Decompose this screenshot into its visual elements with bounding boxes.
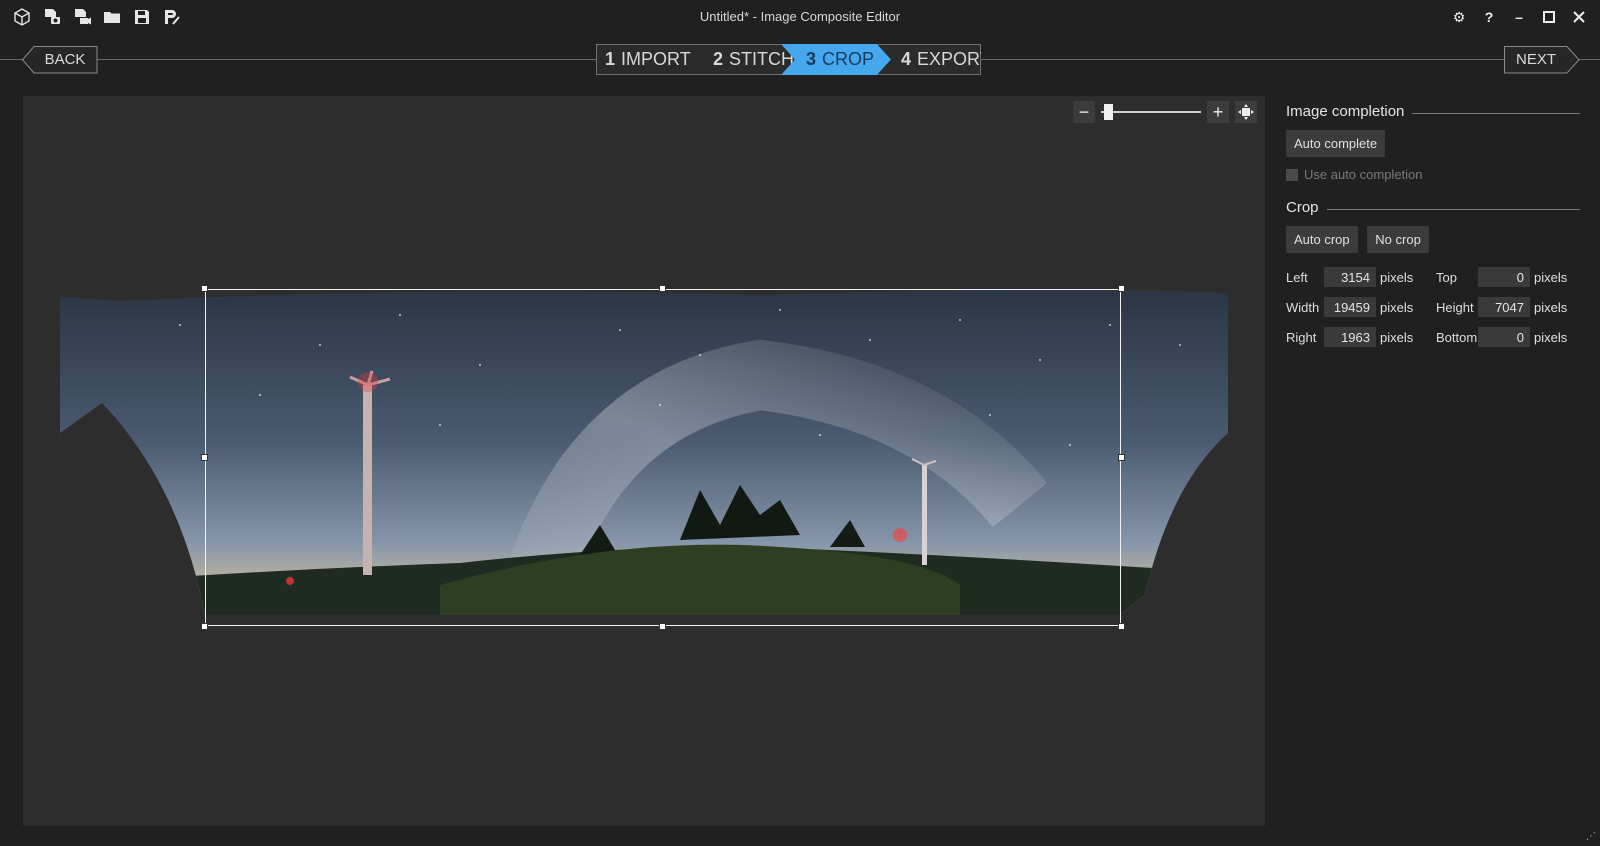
use-auto-completion-checkbox[interactable]: Use auto completion (1286, 167, 1580, 182)
step-label: STITCH (729, 49, 795, 69)
next-button[interactable]: NEXT (1504, 46, 1578, 73)
settings-gear-icon[interactable]: ⚙ (1448, 6, 1470, 28)
step-label: IMPORT (621, 49, 691, 69)
bottom-label: Bottom (1436, 329, 1478, 345)
zoom-in-button[interactable]: + (1207, 101, 1229, 123)
right-input[interactable]: 1963 (1324, 327, 1376, 347)
zoom-slider-track (1101, 111, 1201, 113)
crop-handle-right[interactable] (1118, 454, 1125, 461)
help-button[interactable]: ? (1478, 6, 1500, 28)
crop-values-grid: Left 3154 pixels Top 0 pixels Width 1945… (1286, 267, 1580, 347)
divider (1326, 208, 1580, 210)
section-title: Crop (1286, 198, 1319, 216)
left-label: Left (1286, 269, 1308, 285)
zoom-out-button[interactable]: − (1073, 101, 1095, 123)
height-label: Height (1436, 299, 1474, 315)
step-number: 3 (806, 49, 817, 69)
zoom-slider-thumb[interactable] (1103, 104, 1113, 120)
maximize-button[interactable] (1538, 6, 1560, 28)
resize-grip-icon[interactable]: ⋰ (1586, 831, 1596, 842)
close-button[interactable] (1568, 6, 1590, 28)
step-number: 4 (901, 49, 912, 69)
step-number: 2 (713, 49, 724, 69)
zoom-controls: − + (1073, 101, 1257, 123)
right-label: Right (1286, 329, 1317, 345)
zoom-slider[interactable] (1101, 101, 1201, 123)
step-crop[interactable]: 3 CROP (781, 44, 891, 75)
window-title: Untitled* - Image Composite Editor (699, 9, 901, 24)
height-input[interactable]: 7047 (1478, 297, 1530, 317)
step-stitch[interactable]: 2 STITCH (691, 44, 795, 75)
section-title: Image completion (1286, 102, 1405, 120)
window-controls: ⚙ ? – (1448, 6, 1590, 28)
divider (1412, 112, 1580, 114)
crop-handle-top-right[interactable] (1118, 285, 1125, 292)
unit-label: pixels (1534, 269, 1568, 285)
crop-handle-bottom[interactable] (659, 623, 666, 630)
no-crop-button[interactable]: No crop (1367, 226, 1429, 253)
step-export[interactable]: 4 EXPORT (877, 44, 981, 75)
step-label: EXPORT (917, 49, 991, 69)
unit-label: pixels (1380, 269, 1414, 285)
crop-settings-panel: Image completion Auto complete Use auto … (1286, 100, 1580, 347)
step-tabs: 1 IMPORT 2 STITCH 3 CROP 4 EXPORT (596, 44, 981, 76)
title-bar: Untitled* - Image Composite Editor ⚙ ? – (0, 0, 1600, 34)
unit-label: pixels (1380, 329, 1414, 345)
top-input[interactable]: 0 (1478, 267, 1530, 287)
crop-handle-top-left[interactable] (201, 285, 208, 292)
minimize-button[interactable]: – (1508, 6, 1530, 28)
back-button[interactable]: BACK (22, 46, 96, 73)
image-completion-heading: Image completion (1286, 100, 1580, 122)
preview-canvas[interactable]: − + (23, 96, 1265, 826)
step-import[interactable]: 1 IMPORT (596, 44, 692, 75)
crop-rectangle[interactable] (201, 285, 1125, 630)
unit-label: pixels (1380, 299, 1414, 315)
left-input[interactable]: 3154 (1324, 267, 1376, 287)
step-label: CROP (822, 49, 875, 69)
workflow-steps-bar: BACK 1 IMPORT 2 STITCH 3 CROP 4 EXPORT N… (0, 44, 1600, 76)
checkbox-box[interactable] (1286, 168, 1298, 181)
auto-crop-button[interactable]: Auto crop (1286, 226, 1358, 253)
bottom-input[interactable]: 0 (1478, 327, 1530, 347)
checkbox-label: Use auto completion (1304, 167, 1423, 182)
crop-handle-bottom-right[interactable] (1118, 623, 1125, 630)
width-input[interactable]: 19459 (1324, 297, 1376, 317)
width-label: Width (1286, 299, 1320, 315)
crop-handle-bottom-left[interactable] (201, 623, 208, 630)
unit-label: pixels (1534, 299, 1568, 315)
crop-heading: Crop (1286, 196, 1580, 218)
top-label: Top (1436, 269, 1457, 285)
crop-handle-top[interactable] (659, 285, 666, 292)
crop-handle-left[interactable] (201, 454, 208, 461)
auto-complete-button[interactable]: Auto complete (1286, 130, 1386, 157)
unit-label: pixels (1534, 329, 1568, 345)
fit-to-window-icon[interactable] (1235, 101, 1257, 123)
step-number: 1 (605, 49, 616, 69)
